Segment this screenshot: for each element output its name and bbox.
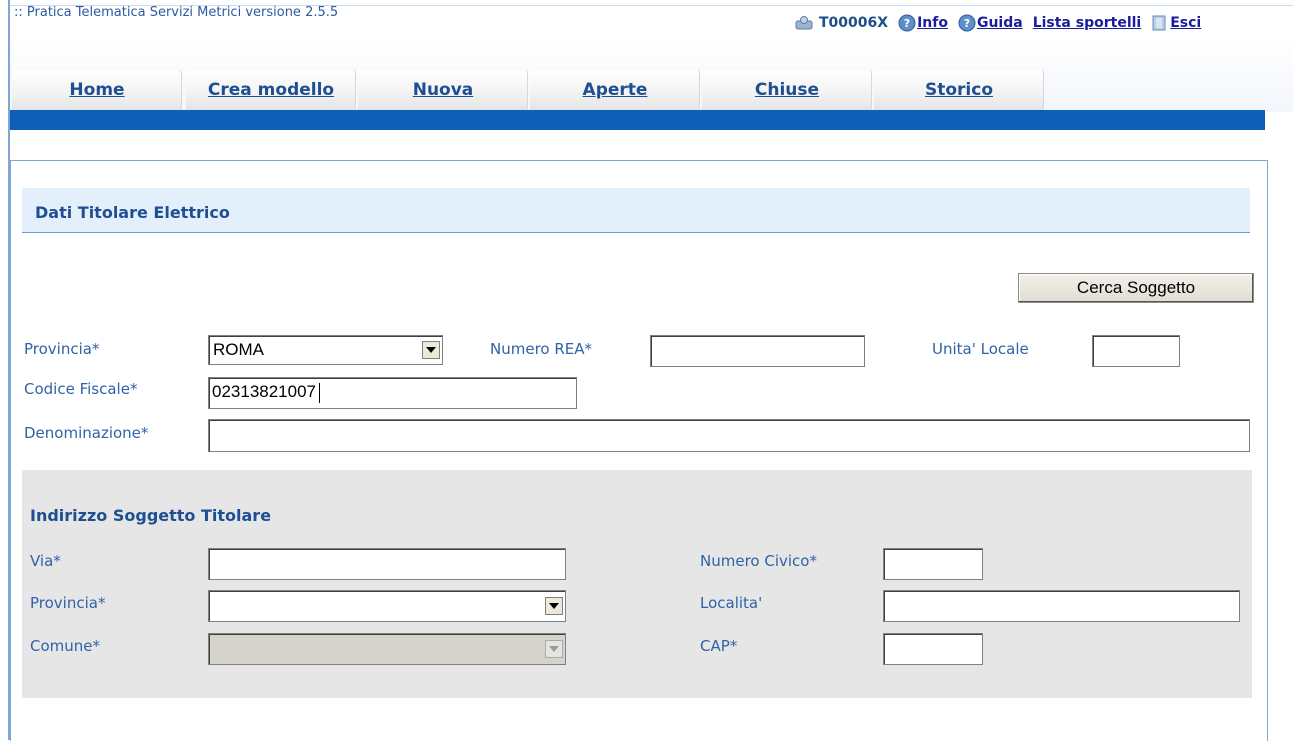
info-link[interactable]: Info [917,15,948,31]
localita-label: Localita' [700,594,763,612]
numero-civico-input[interactable] [883,548,983,580]
cap-label: CAP* [700,637,738,655]
tab-home[interactable]: Home [12,70,182,110]
cerca-soggetto-button[interactable]: Cerca Soggetto [1018,273,1254,303]
chevron-down-icon[interactable] [422,341,440,359]
localita-input[interactable] [883,590,1240,622]
section-title: Dati Titolare Elettrico [35,203,230,222]
provincia-value: ROMA [213,340,264,359]
numero-rea-label: Numero REA* [490,340,593,358]
info-icon[interactable]: ? [898,14,916,32]
chevron-down-icon[interactable] [545,597,563,615]
address-panel [22,470,1252,698]
address-provincia-label: Provincia* [30,594,106,612]
codice-fiscale-value: 02313821007 [212,382,317,401]
app-title: :: Pratica Telematica Servizi Metrici ve… [14,5,339,20]
address-provincia-select[interactable] [208,590,566,622]
esci-link[interactable]: Esci [1170,15,1201,31]
lista-sportelli-link[interactable]: Lista sportelli [1033,15,1142,31]
denominazione-input[interactable] [208,419,1250,452]
guida-link[interactable]: Guida [977,15,1023,31]
codice-fiscale-label: Codice Fiscale* [24,380,138,398]
denominazione-label: Denominazione* [24,424,149,442]
tab-aperte[interactable]: Aperte [530,70,700,110]
svg-text:?: ? [904,17,910,30]
via-input[interactable] [208,548,566,580]
via-label: Via* [30,552,61,570]
numero-civico-label: Numero Civico* [700,552,817,570]
tab-nuova[interactable]: Nuova [358,70,528,110]
chevron-down-icon [545,640,563,658]
user-icon [795,16,813,30]
codice-fiscale-input[interactable]: 02313821007 [208,377,577,409]
numero-rea-input[interactable] [650,335,865,367]
svg-text:?: ? [964,17,970,30]
help-icon[interactable]: ? [958,14,976,32]
tab-crea-modello[interactable]: Crea modello [186,70,356,110]
provincia-label: Provincia* [24,340,100,358]
comune-select [208,633,566,665]
unita-locale-label: Unita' Locale [932,340,1029,358]
user-code: T00006X [819,15,889,31]
nav-bar [10,110,1265,130]
exit-icon[interactable] [1151,15,1169,31]
comune-label: Comune* [30,637,101,655]
text-caret [319,382,321,403]
address-title: Indirizzo Soggetto Titolare [30,506,272,525]
unita-locale-input[interactable] [1092,335,1180,367]
user-toolbar: T00006X ? Info ? Guida Lista sportelli E… [795,13,1201,33]
provincia-select[interactable]: ROMA [208,335,443,365]
cap-input[interactable] [883,633,983,665]
tab-chiuse[interactable]: Chiuse [702,70,872,110]
tab-storico[interactable]: Storico [874,70,1044,110]
